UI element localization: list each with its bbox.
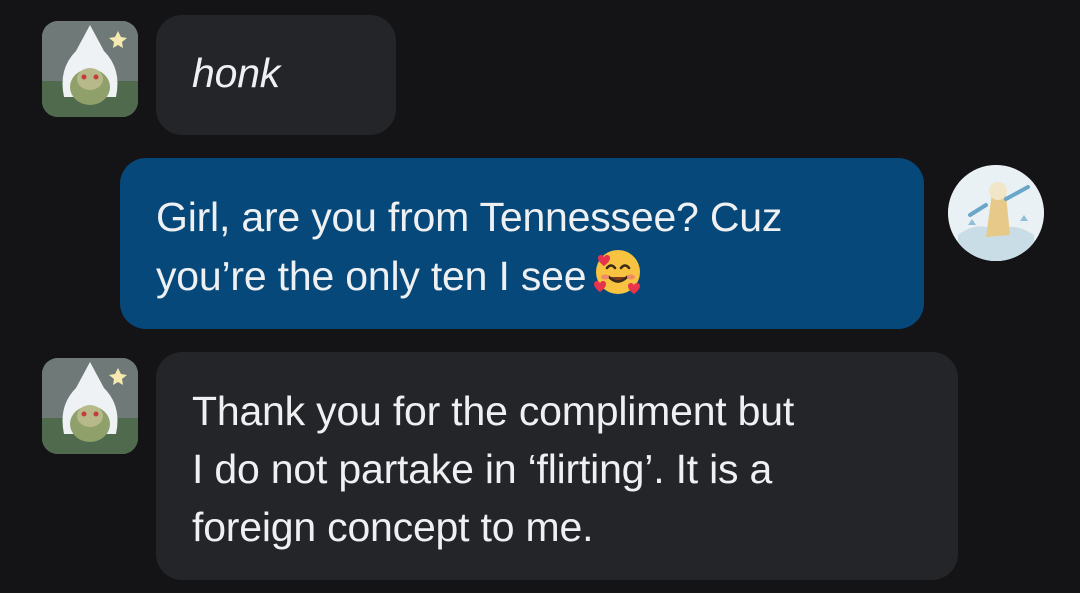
user-avatar[interactable] — [948, 165, 1044, 261]
message-bubble-outgoing[interactable]: Girl, are you from Tennessee? Cuz you’re… — [120, 158, 924, 329]
sender-avatar[interactable] — [42, 358, 138, 454]
sender-avatar[interactable] — [42, 21, 138, 117]
message-text: Thank you for the compliment but I do no… — [192, 388, 795, 550]
smiling-face-with-hearts-emoji — [592, 246, 644, 313]
message-bubble-incoming[interactable]: honk — [156, 15, 396, 135]
hooded-creature-avatar-image — [42, 21, 138, 117]
message-text: honk — [192, 50, 281, 96]
message-bubble-incoming[interactable]: Thank you for the compliment but I do no… — [156, 352, 958, 580]
user-avatar-image — [948, 165, 1044, 261]
hooded-creature-avatar-image — [42, 358, 138, 454]
message-text: Girl, are you from Tennessee? Cuz you’re… — [156, 188, 924, 313]
message-text-content: Girl, are you from Tennessee? Cuz you’re… — [156, 194, 783, 299]
